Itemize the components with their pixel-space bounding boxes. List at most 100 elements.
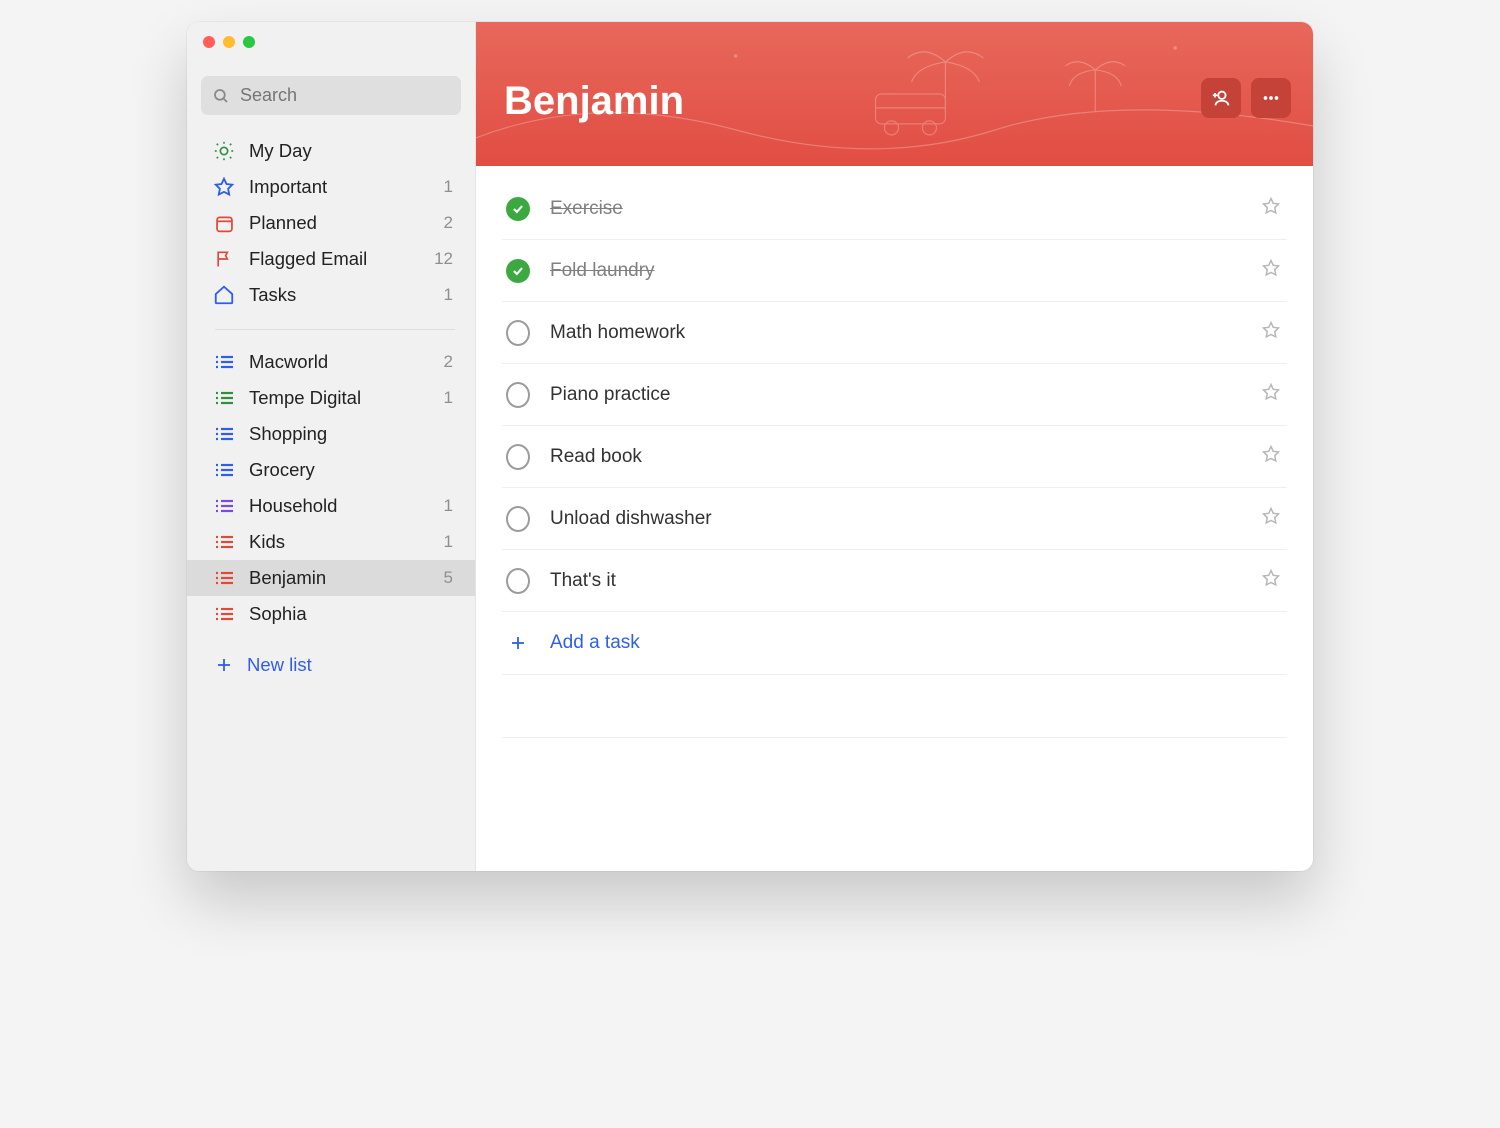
- task-checkbox[interactable]: [506, 321, 530, 345]
- ellipsis-icon: [1260, 87, 1282, 109]
- sidebar-list-count: 2: [444, 352, 457, 372]
- unchecked-icon[interactable]: [506, 382, 530, 408]
- sidebar-list-count: 5: [444, 568, 457, 588]
- task-checkbox[interactable]: [506, 197, 530, 221]
- fullscreen-window-button[interactable]: [243, 36, 255, 48]
- new-list-label: New list: [247, 654, 312, 676]
- sidebar-list-count: 1: [444, 532, 457, 552]
- new-list-button[interactable]: New list: [187, 644, 475, 686]
- sidebar-list-macworld[interactable]: Macworld 2: [187, 344, 475, 380]
- star-button[interactable]: [1261, 196, 1283, 221]
- task-row[interactable]: Unload dishwasher: [502, 488, 1287, 550]
- list-icon: [213, 390, 235, 406]
- unchecked-icon[interactable]: [506, 320, 530, 346]
- close-window-button[interactable]: [203, 36, 215, 48]
- sidebar-list-label: Sophia: [249, 603, 439, 625]
- sidebar-list-kids[interactable]: Kids1: [187, 524, 475, 560]
- sidebar-list-count: 1: [444, 388, 457, 408]
- divider: [502, 737, 1287, 738]
- search-icon: [212, 87, 230, 105]
- sidebar-list-shopping[interactable]: Shopping: [187, 416, 475, 452]
- star-button[interactable]: [1261, 258, 1283, 283]
- smart-count: 1: [444, 285, 457, 305]
- task-row[interactable]: Read book: [502, 426, 1287, 488]
- search-input[interactable]: [238, 84, 450, 107]
- minimize-window-button[interactable]: [223, 36, 235, 48]
- calendar-icon: [213, 213, 235, 234]
- task-checkbox[interactable]: [506, 383, 530, 407]
- task-row[interactable]: Piano practice: [502, 364, 1287, 426]
- unchecked-icon[interactable]: [506, 568, 530, 594]
- flag-icon: [213, 249, 235, 269]
- header-actions: [1201, 78, 1291, 118]
- sidebar-list-label: Grocery: [249, 459, 439, 481]
- smart-count: 12: [434, 249, 457, 269]
- list-title: Benjamin: [504, 79, 684, 124]
- smart-label: Tasks: [249, 284, 430, 306]
- task-list: Exercise Fold laundry Math homework Piano p…: [476, 166, 1313, 738]
- task-row[interactable]: Fold laundry: [502, 240, 1287, 302]
- sidebar-list-label: Tempe Digital: [249, 387, 430, 409]
- smart-important[interactable]: Important 1: [187, 169, 475, 205]
- task-checkbox[interactable]: [506, 507, 530, 531]
- smart-planned[interactable]: Planned 2: [187, 205, 475, 241]
- sidebar-list-household[interactable]: Household 1: [187, 488, 475, 524]
- smart-flagged[interactable]: Flagged Email 12: [187, 241, 475, 277]
- task-row[interactable]: Math homework: [502, 302, 1287, 364]
- unchecked-icon[interactable]: [506, 506, 530, 532]
- sidebar-list-label: Macworld: [249, 351, 430, 373]
- star-button[interactable]: [1261, 320, 1283, 345]
- user-lists: Macworld2Tempe Digital1ShoppingGroceryHo…: [187, 336, 475, 644]
- home-icon: [213, 284, 235, 306]
- star-button[interactable]: [1261, 444, 1283, 469]
- sidebar-list-label: Shopping: [249, 423, 439, 445]
- sidebar-divider: [215, 329, 455, 330]
- star-button[interactable]: [1261, 382, 1283, 407]
- list-icon: [213, 498, 235, 514]
- task-checkbox[interactable]: [506, 259, 530, 283]
- search-field[interactable]: [201, 76, 461, 115]
- smart-label: Planned: [249, 212, 430, 234]
- smart-label: My Day: [249, 140, 439, 162]
- star-button[interactable]: [1261, 568, 1283, 593]
- smart-myday[interactable]: My Day: [187, 133, 475, 169]
- sidebar-list-benjamin[interactable]: Benjamin 5: [187, 560, 475, 596]
- plus-icon: [506, 634, 530, 652]
- window-controls: [187, 22, 475, 48]
- sidebar-list-label: Household: [249, 495, 430, 517]
- checkmark-icon[interactable]: [506, 259, 530, 283]
- smart-label: Important: [249, 176, 430, 198]
- add-task-label: Add a task: [550, 632, 640, 654]
- list-header: Benjamin: [476, 22, 1313, 166]
- task-title: Math homework: [550, 322, 1241, 344]
- unchecked-icon[interactable]: [506, 444, 530, 470]
- sidebar-list-sophia[interactable]: Sophia: [187, 596, 475, 632]
- list-icon: [213, 426, 235, 442]
- sidebar-list-tempe-digital[interactable]: Tempe Digital 1: [187, 380, 475, 416]
- task-title: Read book: [550, 446, 1241, 468]
- sidebar-list-grocery[interactable]: Grocery: [187, 452, 475, 488]
- plus-icon: [215, 656, 233, 674]
- list-icon: [213, 354, 235, 370]
- task-title: Fold laundry: [550, 260, 1241, 282]
- sun-icon: [213, 140, 235, 162]
- app-window: My Day Important 1 Planned 2 Flagged Ema…: [187, 22, 1313, 871]
- smart-label: Flagged Email: [249, 248, 420, 270]
- list-options-button[interactable]: [1251, 78, 1291, 118]
- task-checkbox[interactable]: [506, 445, 530, 469]
- sidebar: My Day Important 1 Planned 2 Flagged Ema…: [187, 22, 476, 871]
- add-task-row[interactable]: Add a task: [502, 612, 1287, 675]
- checkmark-icon[interactable]: [506, 197, 530, 221]
- task-title: Piano practice: [550, 384, 1241, 406]
- sidebar-list-count: 1: [444, 496, 457, 516]
- sidebar-list-label: Benjamin: [249, 567, 430, 589]
- task-row[interactable]: Exercise: [502, 178, 1287, 240]
- star-button[interactable]: [1261, 506, 1283, 531]
- list-icon: [213, 534, 235, 550]
- list-icon: [213, 606, 235, 622]
- smart-tasks[interactable]: Tasks 1: [187, 277, 475, 313]
- share-button[interactable]: [1201, 78, 1241, 118]
- task-row[interactable]: That's it: [502, 550, 1287, 612]
- task-checkbox[interactable]: [506, 569, 530, 593]
- list-icon: [213, 462, 235, 478]
